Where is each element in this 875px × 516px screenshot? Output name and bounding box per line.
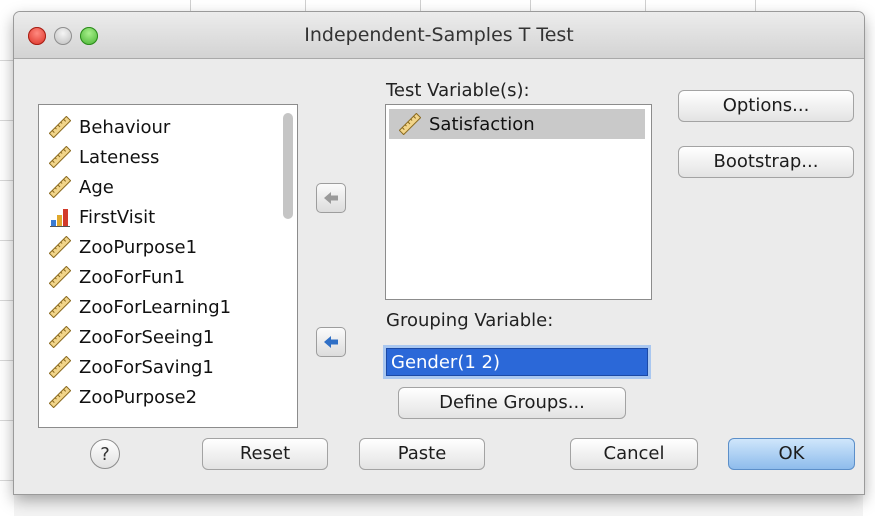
row-divider (0, 480, 14, 481)
nominal-bars-icon (50, 209, 70, 227)
scale-ruler-icon (49, 236, 71, 258)
grouping-variable-label: Grouping Variable: (386, 310, 554, 331)
row-divider (0, 360, 14, 361)
scale-ruler-icon (49, 266, 71, 288)
list-item[interactable]: ZooForLearning1 (49, 292, 231, 322)
scale-ruler-icon (49, 356, 71, 378)
background-edge (863, 0, 875, 516)
scale-ruler-icon (49, 146, 71, 168)
row-divider (0, 120, 14, 121)
t-test-dialog: Independent-Samples T Test Behaviour Lat… (14, 12, 864, 494)
help-button[interactable]: ? (90, 439, 120, 469)
list-item[interactable]: Satisfaction (389, 109, 645, 139)
scale-ruler-icon (49, 386, 71, 408)
row-divider (0, 300, 14, 301)
list-item[interactable]: Behaviour (49, 112, 170, 142)
define-groups-button[interactable]: Define Groups... (398, 387, 626, 419)
row-divider (0, 60, 14, 61)
bootstrap-button[interactable]: Bootstrap... (678, 146, 854, 178)
ok-button[interactable]: OK (728, 438, 855, 470)
list-item[interactable]: Lateness (49, 142, 159, 172)
variable-name: ZooForSeeing1 (79, 326, 215, 348)
list-item[interactable]: ZooForSaving1 (49, 352, 214, 382)
scale-ruler-icon (49, 116, 71, 138)
move-test-variable-button[interactable] (316, 183, 346, 213)
list-item[interactable]: ZooForSeeing1 (49, 322, 214, 352)
title-bar: Independent-Samples T Test (14, 12, 864, 59)
list-scrollbar[interactable] (283, 113, 293, 219)
variable-name: ZooPurpose1 (79, 236, 198, 258)
arrow-left-icon (324, 336, 338, 348)
row-divider (0, 420, 14, 421)
test-variables-list[interactable]: Satisfaction (385, 104, 652, 300)
move-grouping-variable-button[interactable] (316, 327, 346, 357)
source-variable-list[interactable]: Behaviour Lateness Age FirstVisit ZooPur… (38, 104, 298, 428)
variable-name: Satisfaction (429, 113, 535, 135)
paste-button[interactable]: Paste (359, 438, 485, 470)
variable-name: ZooForFun1 (79, 266, 186, 288)
list-item[interactable]: ZooForFun1 (49, 262, 185, 292)
variable-name: Age (79, 176, 114, 198)
window-title: Independent-Samples T Test (304, 24, 574, 46)
variable-name: ZooForLearning1 (79, 296, 232, 318)
reset-button[interactable]: Reset (202, 438, 328, 470)
scale-ruler-icon (49, 296, 71, 318)
scale-ruler-icon (49, 326, 71, 348)
list-item[interactable]: Age (49, 172, 114, 202)
test-variables-label: Test Variable(s): (386, 80, 530, 101)
background-row-strip (0, 0, 14, 516)
grouping-variable-field[interactable]: Gender(1 2) (386, 348, 648, 376)
row-divider (0, 240, 14, 241)
list-item[interactable]: ZooPurpose1 (49, 232, 197, 262)
arrow-left-icon (324, 192, 338, 204)
row-divider (0, 180, 14, 181)
variable-name: FirstVisit (79, 206, 156, 228)
variable-name: Lateness (79, 146, 160, 168)
cancel-button[interactable]: Cancel (570, 438, 698, 470)
scale-ruler-icon (49, 176, 71, 198)
variable-name: ZooForSaving1 (79, 356, 214, 378)
list-item[interactable]: FirstVisit (49, 202, 155, 232)
list-item[interactable]: ZooPurpose2 (49, 382, 197, 412)
variable-name: Behaviour (79, 116, 171, 138)
variable-name: ZooPurpose2 (79, 386, 198, 408)
options-button[interactable]: Options... (678, 90, 854, 122)
scale-ruler-icon (399, 113, 421, 135)
